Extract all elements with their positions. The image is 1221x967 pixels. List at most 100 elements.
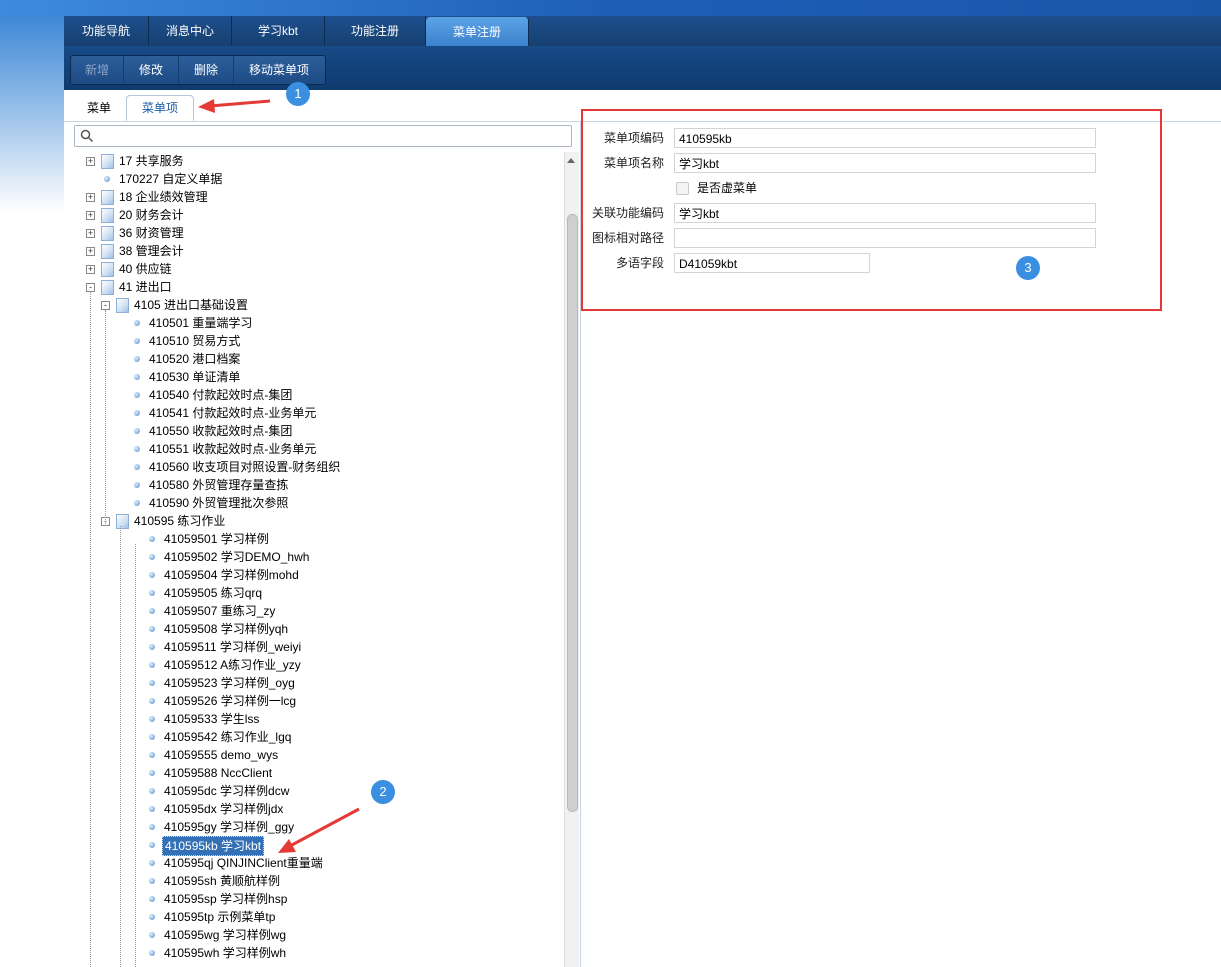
tree-node-label[interactable]: 41059508 学习样例yqh xyxy=(162,620,290,638)
tree-node-label[interactable]: 17 共享服务 xyxy=(117,152,186,170)
tree-node[interactable]: 41059504 学习样例mohd xyxy=(64,566,564,584)
tree-node-label[interactable]: 41059501 学习样例 xyxy=(162,530,271,548)
tree-node[interactable]: 410595sh 黄顺航样例 xyxy=(64,872,564,890)
tree-node-label[interactable]: 36 财资管理 xyxy=(117,224,186,242)
tree-node[interactable]: 410595wg 学习样例wg xyxy=(64,926,564,944)
tree-scrollbar[interactable] xyxy=(564,152,579,967)
tree-node[interactable]: 41059508 学习样例yqh xyxy=(64,620,564,638)
tree-node[interactable]: 410595tp 示例菜单tp xyxy=(64,908,564,926)
expand-icon[interactable]: + xyxy=(86,229,95,238)
expand-icon[interactable]: + xyxy=(86,193,95,202)
icon-path-field[interactable] xyxy=(674,228,1096,248)
code-field[interactable]: 410595kb xyxy=(674,128,1096,148)
tree-node[interactable]: 170227 自定义单据 xyxy=(64,170,564,188)
tree-node[interactable]: 410540 付款起效时点-集团 xyxy=(64,386,564,404)
tree-node[interactable]: 41059511 学习样例_weiyi xyxy=(64,638,564,656)
tree-node-label[interactable]: 410590 外贸管理批次参照 xyxy=(147,494,290,512)
collapse-icon[interactable]: - xyxy=(86,283,95,292)
scroll-up-arrow-icon[interactable] xyxy=(567,154,575,163)
collapse-icon[interactable]: - xyxy=(101,301,110,310)
tree-node-label[interactable]: 4105 进出口基础设置 xyxy=(132,296,250,314)
expand-icon[interactable]: + xyxy=(86,247,95,256)
tree-node[interactable]: 410501 重量端学习 xyxy=(64,314,564,332)
tree-node[interactable]: 41059526 学习样例一lcg xyxy=(64,692,564,710)
tree-node-label[interactable]: 410541 付款起效时点-业务单元 xyxy=(147,404,318,422)
expand-icon[interactable]: + xyxy=(86,265,95,274)
tree-node-label[interactable]: 41059526 学习样例一lcg xyxy=(162,692,298,710)
tree-node-label[interactable]: 410595qj QINJINClient重量端 xyxy=(162,854,325,872)
tree-node[interactable]: 410550 收款起效时点-集团 xyxy=(64,422,564,440)
tree-node-label[interactable]: 41 进出口 xyxy=(117,278,174,296)
expand-icon[interactable]: + xyxy=(86,211,95,220)
tree-node-label[interactable]: 20 财务会计 xyxy=(117,206,186,224)
tree-node-label[interactable]: 41059507 重练习_zy xyxy=(162,602,277,620)
tree-node-label[interactable]: 41059512 A练习作业_yzy xyxy=(162,656,303,674)
tree-node-label[interactable]: 410550 收款起效时点-集团 xyxy=(147,422,294,440)
tree-node[interactable]: +17 共享服务 xyxy=(64,152,564,170)
tree-node-label[interactable]: 18 企业绩效管理 xyxy=(117,188,210,206)
tree-node-label[interactable]: 410540 付款起效时点-集团 xyxy=(147,386,294,404)
tree-node-label[interactable]: 410580 外贸管理存量查拣 xyxy=(147,476,290,494)
tree-node[interactable]: 41059502 学习DEMO_hwh xyxy=(64,548,564,566)
tree-node-label[interactable]: 410595sp 学习样例hsp xyxy=(162,890,289,908)
tree-node[interactable]: - 4105 进出口基础设置 xyxy=(64,296,564,314)
name-field[interactable]: 学习kbt xyxy=(674,153,1096,173)
tree-node-label[interactable]: 41059511 学习样例_weiyi xyxy=(162,638,303,656)
tree-node[interactable]: 41059588 NccClient xyxy=(64,764,564,782)
tree-node-label[interactable]: 40 供应链 xyxy=(117,260,174,278)
tree-node-label[interactable]: 410560 收支项目对照设置-财务组织 xyxy=(147,458,342,476)
tree-node-label[interactable]: 410520 港口档案 xyxy=(147,350,242,368)
tree-node-label[interactable]: 41059523 学习样例_oyg xyxy=(162,674,297,692)
tree-node-label[interactable]: 41059542 练习作业_lgq xyxy=(162,728,293,746)
tree-node[interactable]: +20 财务会计 xyxy=(64,206,564,224)
tree-node-label[interactable]: 410530 单证清单 xyxy=(147,368,242,386)
tree-node[interactable]: 41059507 重练习_zy xyxy=(64,602,564,620)
virtual-menu-checkbox[interactable] xyxy=(676,182,689,195)
expand-icon[interactable]: + xyxy=(86,157,95,166)
tree-node[interactable]: 410520 港口档案 xyxy=(64,350,564,368)
tree-node[interactable]: 41059501 学习样例 xyxy=(64,530,564,548)
tree-node[interactable]: 410595wh 学习样例wh xyxy=(64,944,564,962)
scroll-thumb[interactable] xyxy=(567,214,578,812)
tree-node[interactable]: 410595dc 学习样例dcw xyxy=(64,782,564,800)
tree-node[interactable]: 410595qj QINJINClient重量端 xyxy=(64,854,564,872)
tree-node-label-selected[interactable]: 410595kb 学习kbt xyxy=(162,836,265,856)
tree-node-label[interactable]: 41059555 demo_wys xyxy=(162,746,280,764)
tree-node[interactable]: 41059533 学生lss xyxy=(64,710,564,728)
tree-node-label[interactable]: 410595 练习作业 xyxy=(132,512,227,530)
tree-node[interactable]: - 41 进出口 xyxy=(64,278,564,296)
tree-node[interactable]: -410595 练习作业 xyxy=(64,512,564,530)
tree-node-label[interactable]: 410551 收款起效时点-业务单元 xyxy=(147,440,318,458)
tree-node[interactable]: +38 管理会计 xyxy=(64,242,564,260)
tree-node[interactable]: 410580 外贸管理存量查拣 xyxy=(64,476,564,494)
tree-node[interactable]: 41059505 练习qrq xyxy=(64,584,564,602)
tree-node-label[interactable]: 410595gy 学习样例_ggy xyxy=(162,818,296,836)
tree-node[interactable]: 410530 单证清单 xyxy=(64,368,564,386)
func-code-field[interactable]: 学习kbt xyxy=(674,203,1096,223)
tree-node-label[interactable]: 410501 重量端学习 xyxy=(147,314,254,332)
tree-node[interactable]: 41059555 demo_wys xyxy=(64,746,564,764)
tree-node[interactable]: 41059542 练习作业_lgq xyxy=(64,728,564,746)
tree-node[interactable]: 410595sp 学习样例hsp xyxy=(64,890,564,908)
tree-node[interactable]: 410595gy 学习样例_ggy xyxy=(64,818,564,836)
tree-node-label[interactable]: 41059588 NccClient xyxy=(162,764,274,782)
tree-node[interactable]: 410560 收支项目对照设置-财务组织 xyxy=(64,458,564,476)
search-input[interactable] xyxy=(74,125,572,147)
tree-node-label[interactable]: 41059505 练习qrq xyxy=(162,584,264,602)
tree-node[interactable]: 410541 付款起效时点-业务单元 xyxy=(64,404,564,422)
tree-node[interactable]: 410595dx 学习样例jdx xyxy=(64,800,564,818)
tree-node-label[interactable]: 41059502 学习DEMO_hwh xyxy=(162,548,311,566)
tree-node[interactable]: 410551 收款起效时点-业务单元 xyxy=(64,440,564,458)
tree-node[interactable]: 410595kb 学习kbt xyxy=(64,836,564,856)
tree-node-label[interactable]: 410595wh 学习样例wh xyxy=(162,944,288,962)
tree-node[interactable]: +36 财资管理 xyxy=(64,224,564,242)
tree-node-label[interactable]: 410510 贸易方式 xyxy=(147,332,242,350)
tree-node[interactable]: +18 企业绩效管理 xyxy=(64,188,564,206)
tree-node-label[interactable]: 170227 自定义单据 xyxy=(117,170,224,188)
tree-node-label[interactable]: 410595sh 黄顺航样例 xyxy=(162,872,282,890)
tree-node-label[interactable]: 38 管理会计 xyxy=(117,242,186,260)
tree-node-label[interactable]: 410595tp 示例菜单tp xyxy=(162,908,277,926)
tree-node[interactable]: 41059523 学习样例_oyg xyxy=(64,674,564,692)
tree-node[interactable]: 410590 外贸管理批次参照 xyxy=(64,494,564,512)
tree-node-label[interactable]: 410595dc 学习样例dcw xyxy=(162,782,291,800)
